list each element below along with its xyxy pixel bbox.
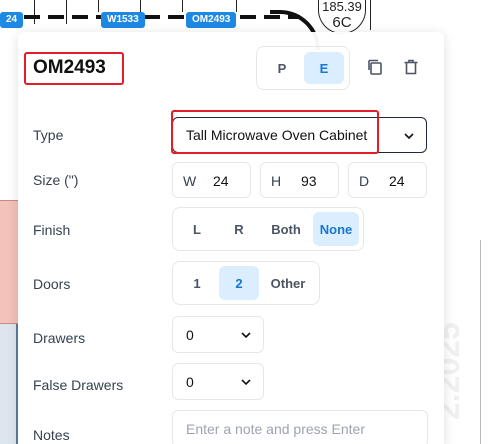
mode-toggle: P E [256,46,350,90]
drawers-select[interactable]: 0 [172,316,264,353]
type-select[interactable]: Tall Microwave Oven Cabinet [172,117,427,153]
type-label: Type [33,127,64,143]
finish-r-button[interactable]: R [219,212,259,246]
height-field-value: 93 [301,173,317,189]
plan-wall-line [140,0,141,12]
width-field[interactable]: W 24 [172,162,251,198]
doors-1-button[interactable]: 1 [177,266,217,300]
doors-toggle: 1 2 Other [172,261,320,305]
plan-dashed-wall [0,15,300,19]
plan-cabinet-block[interactable] [0,324,18,444]
doors-2-button[interactable]: 2 [219,266,259,300]
chevron-down-icon [241,332,251,339]
copy-icon[interactable] [366,58,384,76]
trash-icon[interactable] [402,58,420,76]
finish-l-button[interactable]: L [177,212,217,246]
cabinet-properties-panel: OM2493 P E Type Tall Microwave Oven Cabi… [18,32,444,444]
chevron-down-icon [404,133,414,140]
width-field-value: 24 [213,173,229,189]
doors-label: Doors [33,276,71,292]
cabinet-tag[interactable]: 24 [0,12,24,28]
chevron-down-icon [241,379,251,386]
depth-field-label: D [359,173,370,189]
cabinet-tag[interactable]: OM2493 [186,12,237,28]
drawers-label: Drawers [33,330,86,346]
depth-field[interactable]: D 24 [348,162,427,198]
width-field-label: W [183,173,197,189]
finish-none-button[interactable]: None [313,212,359,246]
cabinet-tag[interactable]: W1533 [101,12,145,28]
plan-wall-line [370,0,371,30]
depth-field-value: 24 [389,173,405,189]
doors-other-button[interactable]: Other [261,266,315,300]
cabinet-id-title: OM2493 [24,52,124,85]
appliance-symbol[interactable]: 185.39 6C [318,0,366,34]
false-drawers-label: False Drawers [33,377,124,393]
plan-wall-line [182,0,183,12]
type-select-value: Tall Microwave Oven Cabinet [186,127,368,143]
finish-toggle: L R Both None [172,207,364,251]
appliance-symbol-top: 185.39 [322,0,362,14]
plan-wall-line [98,0,99,12]
notes-input[interactable] [172,410,428,444]
mode-p-button[interactable]: P [262,52,302,84]
size-label: Size (") [33,172,79,188]
mode-e-button[interactable]: E [304,52,344,84]
plan-wall-line [480,240,481,444]
height-field-label: H [271,173,282,189]
plan-wall-line [34,0,35,24]
finish-both-button[interactable]: Both [261,212,311,246]
notes-label: Notes [33,427,70,443]
plan-cabinet-block[interactable] [0,200,18,324]
plan-wall-line [236,0,237,12]
finish-label: Finish [33,222,71,238]
plan-wall-line [66,0,67,24]
false-drawers-select-value: 0 [186,374,194,390]
false-drawers-select[interactable]: 0 [172,363,264,400]
height-field[interactable]: H 93 [260,162,339,198]
drawers-select-value: 0 [186,327,194,343]
appliance-symbol-bottom: 6C [332,14,352,31]
